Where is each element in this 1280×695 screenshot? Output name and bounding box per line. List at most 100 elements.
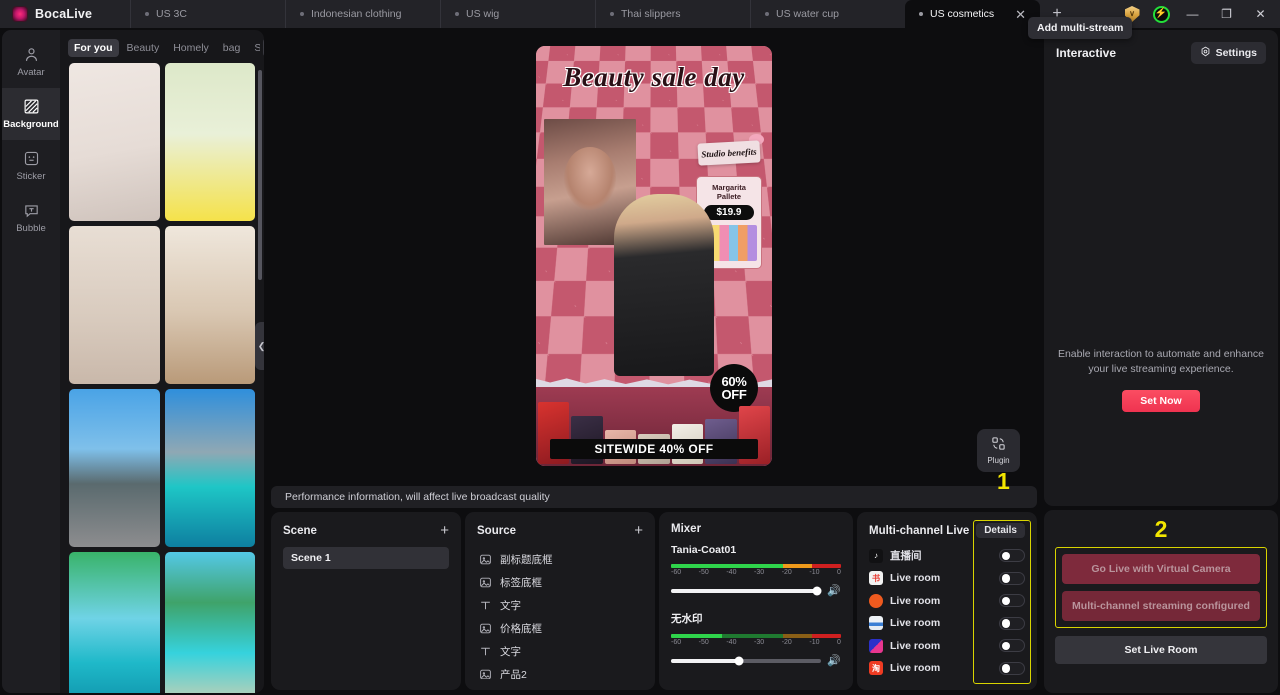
volume-slider[interactable] [671, 586, 822, 595]
chevron-down-icon[interactable]: ▾ [263, 38, 264, 57]
minimize-button[interactable]: — [1177, 0, 1208, 28]
channel-row[interactable]: Live room [869, 590, 1025, 612]
close-tab-icon[interactable]: ✕ [1005, 8, 1026, 21]
category-tab-for-you[interactable]: For you [68, 38, 119, 57]
xiaohongshu-icon: 书 [869, 571, 883, 586]
settings-button[interactable]: Settings [1190, 42, 1266, 64]
background-thumbnail[interactable] [69, 552, 160, 693]
channel-row[interactable]: Live room [869, 635, 1025, 657]
background-thumbnail[interactable] [164, 226, 255, 384]
source-list-item[interactable]: 标签底框 [477, 572, 643, 593]
text-source-icon [479, 645, 492, 658]
multi-channel-configured-button[interactable]: Multi-channel streaming configured [1062, 591, 1260, 621]
speaker-icon[interactable]: 🔊 [827, 654, 841, 667]
tab-thai-slippers[interactable]: Thai slippers [595, 0, 750, 28]
product-name: Margarita Pallete [712, 183, 746, 201]
sidebar-item-sticker[interactable]: Sticker [2, 140, 60, 192]
channel-row[interactable]: ♪ 直播间 [869, 545, 1025, 567]
background-thumbnail[interactable] [164, 552, 255, 693]
channel-label: 直播间 [890, 550, 922, 563]
channel-toggle[interactable] [999, 594, 1025, 608]
channel-toggle[interactable] [999, 549, 1025, 563]
sitewide-banner: SITEWIDE 40% OFF [550, 439, 758, 459]
source-panel: Source + 产品1 副标题底框 [465, 512, 655, 690]
collapse-panel-chevron-icon[interactable]: ❮ [255, 322, 264, 370]
lazada-icon [869, 638, 883, 653]
panel-title: Mixer [671, 523, 702, 535]
multi-channel-rows: ♪ 直播间 书 Live room Live room Live room Li… [869, 545, 1025, 679]
source-list-item[interactable]: 副标题底框 [477, 549, 643, 570]
green-orb-icon[interactable]: ⚡ [1148, 1, 1174, 27]
asset-scrollbar[interactable] [258, 70, 262, 280]
tab-us-wig[interactable]: US wig [440, 0, 595, 28]
details-button[interactable]: Details [976, 523, 1025, 538]
scene-list-item[interactable]: Scene 1 [283, 547, 449, 569]
tab-label: US wig [466, 8, 500, 20]
tab-status-dot-icon [455, 12, 459, 16]
avatar-icon [23, 46, 40, 63]
tab-indonesian-clothing[interactable]: Indonesian clothing [285, 0, 440, 28]
tab-strip: US 3C Indonesian clothing US wig Thai sl… [130, 0, 1119, 28]
channel-label: Live room [890, 572, 941, 585]
sidebar-item-avatar[interactable]: Avatar [2, 36, 60, 88]
mixer-panel: Mixer Tania-Coat01 -60 -50 -40 -30 -20 -… [659, 512, 853, 690]
add-multi-stream-tooltip: Add multi-stream [1028, 17, 1133, 39]
source-list-item[interactable]: 价格底框 [477, 618, 643, 639]
annotation-one: 1 [997, 468, 1010, 494]
scale-tick: -30 [754, 569, 765, 576]
channel-toggle[interactable] [999, 616, 1025, 630]
background-thumbnail[interactable] [164, 389, 255, 547]
source-list-item[interactable]: 文字 [477, 595, 643, 616]
add-scene-button[interactable]: + [440, 523, 449, 538]
background-thumbnail[interactable] [69, 389, 160, 547]
plugin-button[interactable]: Plugin [977, 429, 1020, 472]
channel-row[interactable]: 淘 Live room [869, 658, 1025, 680]
channel-toggle[interactable] [999, 571, 1025, 585]
panel-title: Interactive [1056, 46, 1117, 60]
source-item-label: 标签底框 [500, 577, 542, 589]
product-price: $19.9 [704, 205, 754, 220]
sidebar-item-label: Sticker [16, 171, 46, 182]
set-now-button[interactable]: Set Now [1122, 390, 1200, 412]
category-tab-beauty[interactable]: Beauty [121, 39, 166, 57]
interactive-body: Enable interaction to automate and enhan… [1056, 64, 1266, 494]
image-source-icon [479, 668, 492, 679]
close-window-button[interactable]: ✕ [1245, 0, 1276, 28]
background-thumbnail[interactable] [164, 63, 255, 221]
plugin-label: Plugin [987, 456, 1010, 465]
channel-row[interactable]: Live room [869, 613, 1025, 635]
volume-slider[interactable] [671, 656, 822, 665]
sidebar-item-label: Bubble [16, 223, 46, 234]
speaker-icon[interactable]: 🔊 [827, 584, 841, 597]
source-list-item[interactable]: 文字 [477, 641, 643, 662]
model-image-b [614, 194, 714, 376]
preview-area: Beauty sale day Studio benefits Margarit… [268, 30, 1040, 482]
source-header: Source + [477, 523, 643, 538]
set-live-room-button[interactable]: Set Live Room [1055, 636, 1267, 664]
background-thumbnail[interactable] [69, 63, 160, 221]
category-tab-bag[interactable]: bag [217, 39, 247, 57]
image-source-icon [479, 576, 492, 589]
category-tab-si[interactable]: Si [248, 39, 260, 57]
add-source-button[interactable]: + [634, 523, 643, 538]
sidebar-item-bubble[interactable]: Bubble [2, 192, 60, 244]
live-preview-canvas[interactable]: Beauty sale day Studio benefits Margarit… [536, 46, 772, 466]
channel-toggle[interactable] [999, 639, 1025, 653]
settings-label: Settings [1215, 47, 1257, 59]
tab-status-dot-icon [300, 12, 304, 16]
background-thumbnail[interactable] [69, 226, 160, 384]
shopee-icon [869, 593, 883, 608]
tab-us-water-cup[interactable]: US water cup [750, 0, 905, 28]
tab-status-dot-icon [145, 12, 149, 16]
sidebar-item-background[interactable]: Background [2, 88, 60, 140]
maximize-button[interactable]: ❐ [1211, 0, 1242, 28]
go-live-virtual-camera-button[interactable]: Go Live with Virtual Camera [1062, 554, 1260, 584]
tab-us-3c[interactable]: US 3C [130, 0, 285, 28]
category-tab-homely[interactable]: Homely [167, 39, 215, 57]
channel-row[interactable]: 书 Live room [869, 568, 1025, 590]
tab-us-cosmetics[interactable]: US cosmetics ✕ [905, 0, 1040, 28]
source-list-item[interactable]: 产品2 [477, 664, 643, 679]
interactive-description: Enable interaction to automate and enhan… [1057, 347, 1265, 376]
channel-toggle[interactable] [999, 661, 1025, 675]
image-source-icon [479, 553, 492, 566]
